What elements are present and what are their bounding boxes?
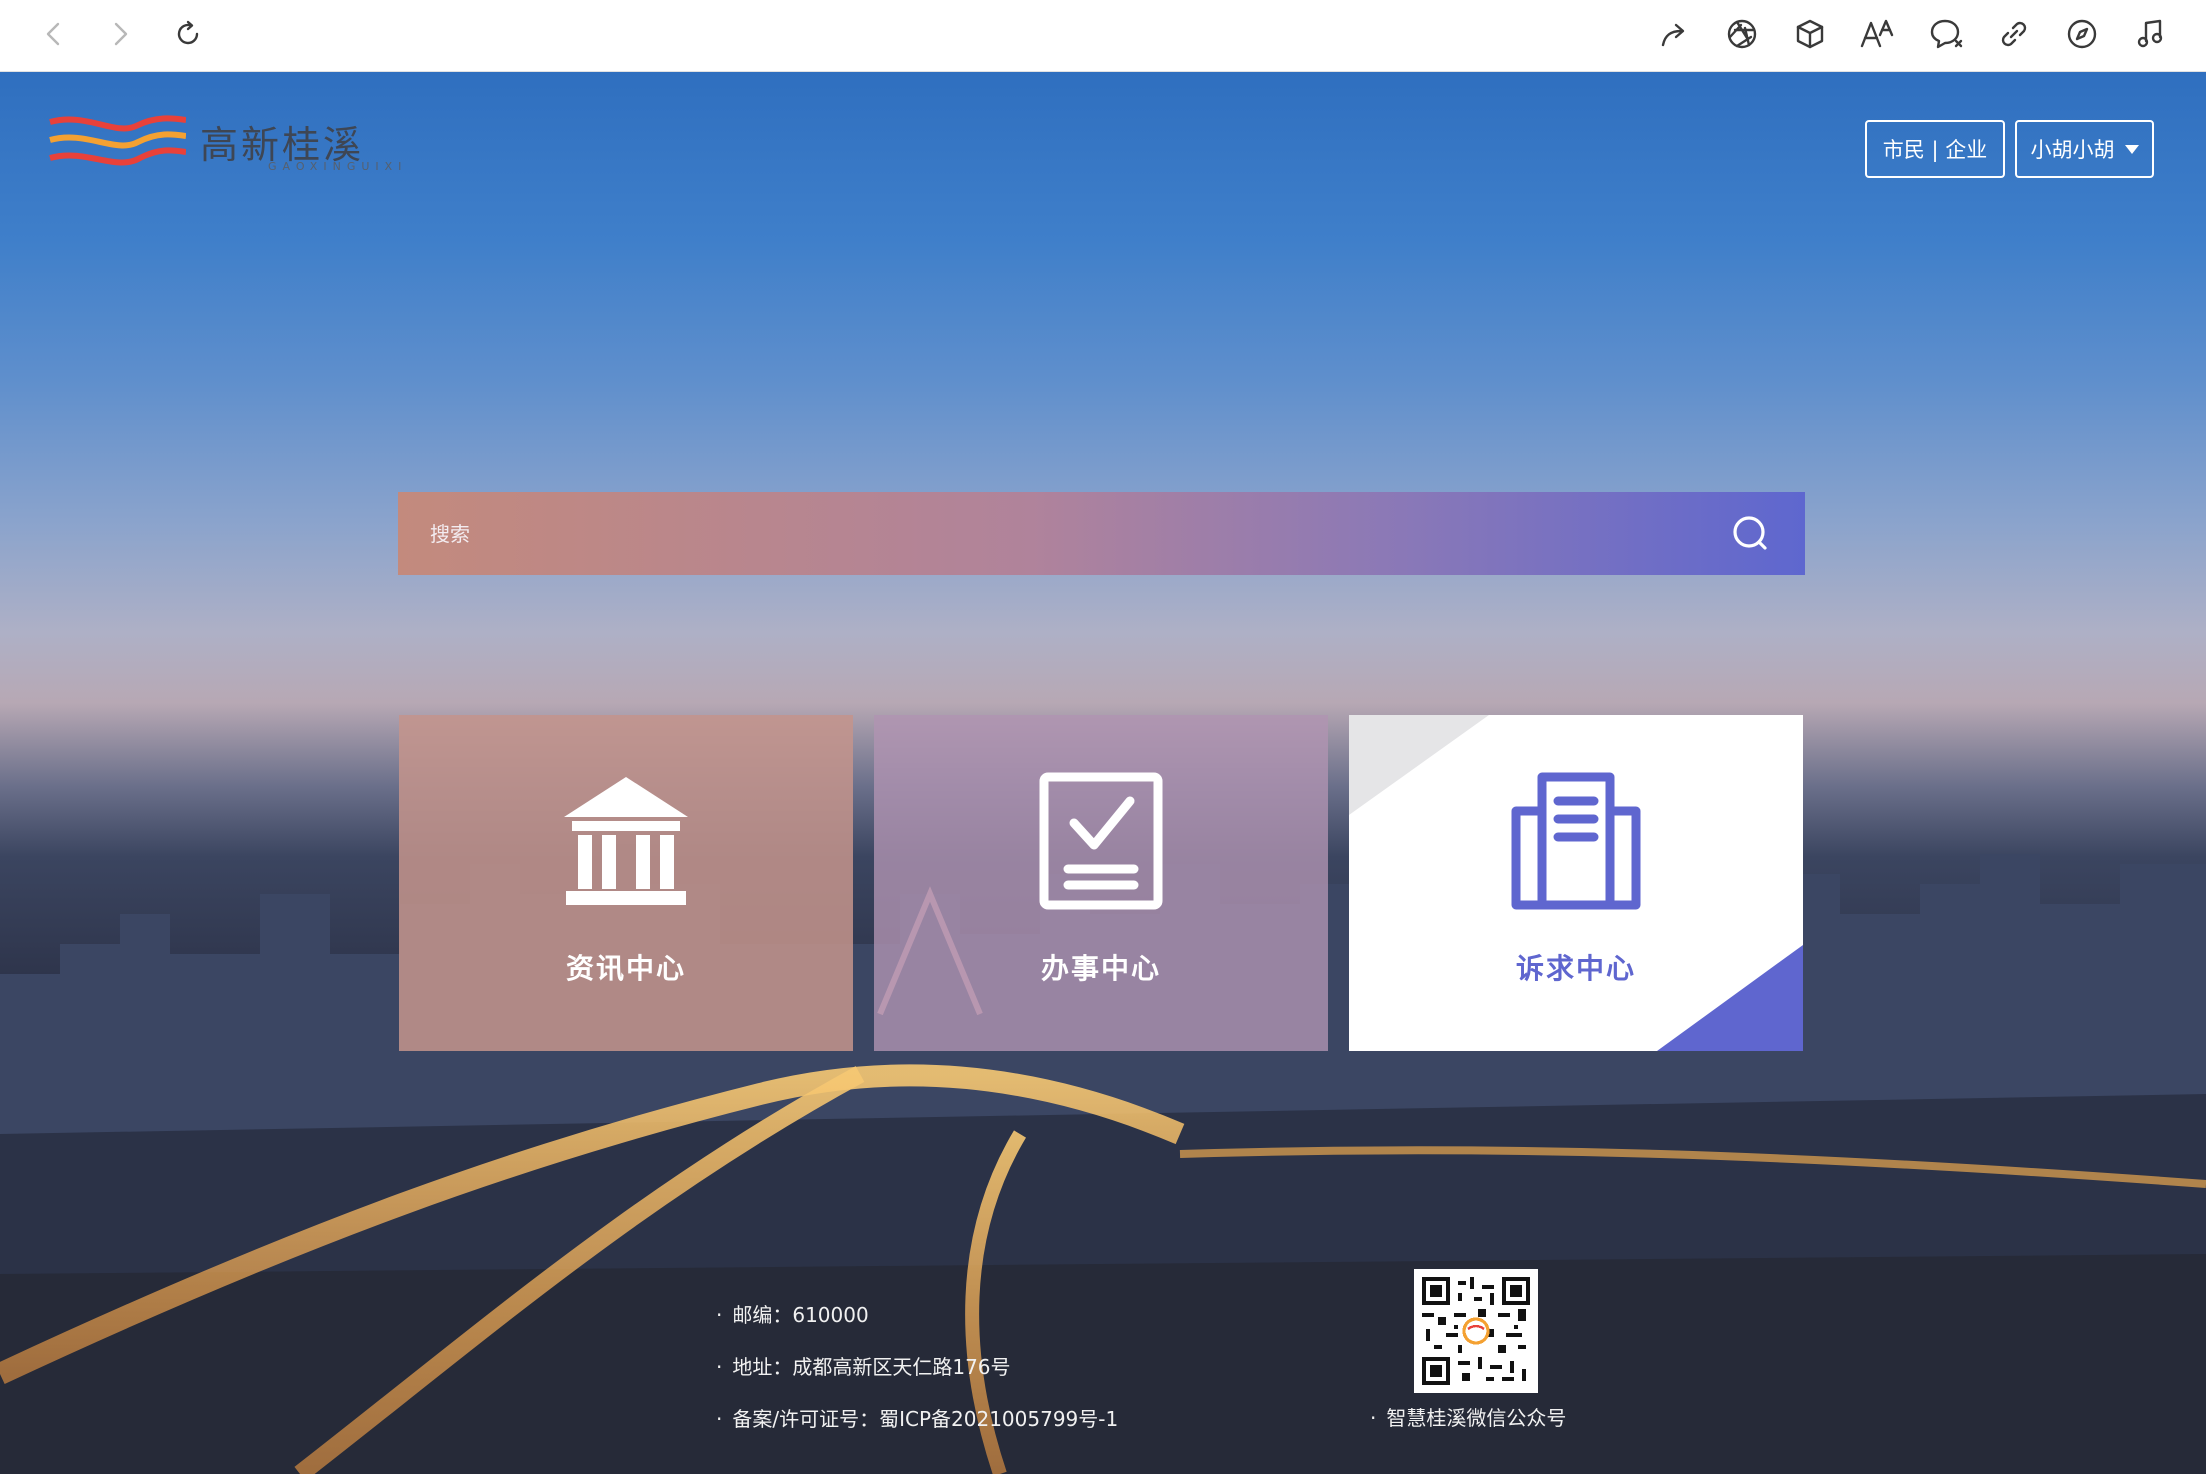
compass-icon [2067, 19, 2097, 49]
address-text: 地址：成都高新区天仁路176号 [732, 1355, 1011, 1379]
browser-toolbar [0, 0, 2206, 72]
music-button[interactable] [2126, 10, 2174, 58]
link-icon [2001, 21, 2027, 47]
chat-icon [1930, 19, 1963, 49]
reload-icon [177, 20, 199, 45]
forward-button[interactable] [96, 10, 144, 58]
card-label: 诉求中心 [1515, 952, 1636, 985]
footer-license[interactable]: · 备案/许可证号：蜀ICP备2021005799号-1 [716, 1403, 1118, 1432]
cube-icon [1796, 19, 1824, 49]
aperture-icon [1727, 19, 1757, 49]
search-button[interactable] [1727, 510, 1775, 558]
card-service-center[interactable]: 办事中心 [874, 715, 1328, 1051]
chevron-right-icon [114, 22, 128, 46]
reload-button[interactable] [164, 10, 212, 58]
back-button[interactable] [30, 10, 78, 58]
link-button[interactable] [1990, 10, 2038, 58]
share-icon [1661, 23, 1685, 47]
user-name: 小胡小胡 [2030, 138, 2115, 162]
bank-icon [556, 771, 696, 911]
search-bar [398, 492, 1805, 575]
logo-waves-icon [49, 115, 186, 166]
postcode-text: 邮编：610000 [732, 1303, 869, 1327]
building-icon [1506, 771, 1646, 911]
text-size-icon [1860, 19, 1894, 48]
site-logo[interactable]: 高新桂溪 GAOXINGUIXI [46, 108, 406, 178]
logo-subtitle: GAOXINGUIXI [268, 160, 408, 173]
cube-button[interactable] [1786, 10, 1834, 58]
footer-address: · 地址：成都高新区天仁路176号 [716, 1355, 1011, 1379]
chat-button[interactable] [1922, 10, 1970, 58]
user-menu-dropdown[interactable]: 小胡小胡 [2015, 120, 2154, 178]
card-corner-accent [1657, 945, 1803, 1051]
role-switch-button[interactable]: 市民 | 企业 [1865, 120, 2005, 178]
portal-page: 高新桂溪 GAOXINGUIXI 市民 | 企业 小胡小胡 搜索 资讯中心 办事… [0, 72, 2206, 1474]
aperture-button[interactable] [1718, 10, 1766, 58]
search-input[interactable] [428, 520, 1727, 547]
qr-caption-text: 智慧桂溪微信公众号 [1386, 1406, 1567, 1430]
music-note-icon [2137, 19, 2163, 48]
chevron-left-icon [46, 22, 60, 46]
card-label: 资讯中心 [565, 952, 686, 985]
card-label: 办事中心 [1040, 952, 1161, 985]
wechat-qr-code [1414, 1269, 1538, 1393]
footer-postcode: · 邮编：610000 [716, 1303, 869, 1327]
text-size-button[interactable] [1854, 10, 1902, 58]
card-appeal-center[interactable]: 诉求中心 [1349, 715, 1803, 1051]
caret-down-icon [2124, 144, 2139, 154]
checklist-icon [1031, 771, 1171, 911]
card-news-center[interactable]: 资讯中心 [399, 715, 853, 1051]
qr-caption: · 智慧桂溪微信公众号 [1370, 1406, 1567, 1430]
share-button[interactable] [1650, 10, 1698, 58]
search-icon [1733, 515, 1767, 550]
compass-button[interactable] [2058, 10, 2106, 58]
card-corner-decoration [1349, 715, 1489, 815]
license-text: 备案/许可证号：蜀ICP备2021005799号-1 [732, 1407, 1119, 1431]
